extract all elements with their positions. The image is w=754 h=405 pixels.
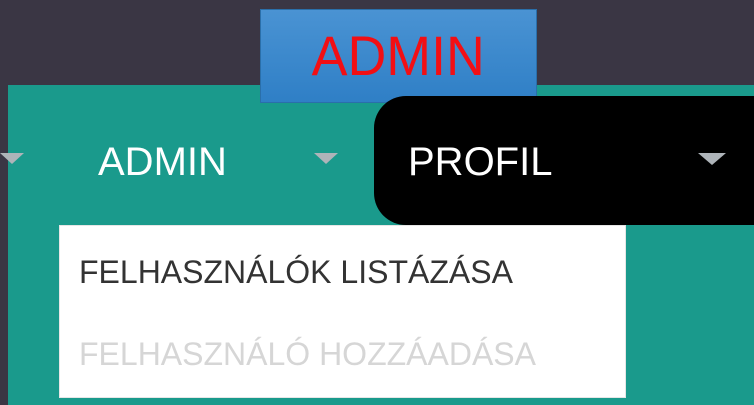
nav-profile-label[interactable]: PROFIL [408, 142, 552, 182]
chevron-down-icon[interactable] [0, 153, 24, 164]
nav-admin-label[interactable]: ADMIN [98, 142, 227, 182]
chevron-down-icon[interactable] [698, 153, 726, 165]
menu-item-list-users[interactable]: FELHASZNÁLÓK LISTÁZÁSA [79, 256, 513, 288]
admin-dropdown-menu: FELHASZNÁLÓK LISTÁZÁSA FELHASZNÁLÓ HOZZÁ… [59, 225, 626, 398]
profile-menu-button[interactable]: PROFIL [374, 96, 754, 225]
chevron-down-icon[interactable] [314, 153, 338, 164]
admin-badge: ADMIN [260, 9, 537, 103]
admin-badge-label: ADMIN [311, 24, 486, 87]
menu-item-add-user: FELHASZNÁLÓ HOZZÁADÁSA [79, 336, 536, 372]
